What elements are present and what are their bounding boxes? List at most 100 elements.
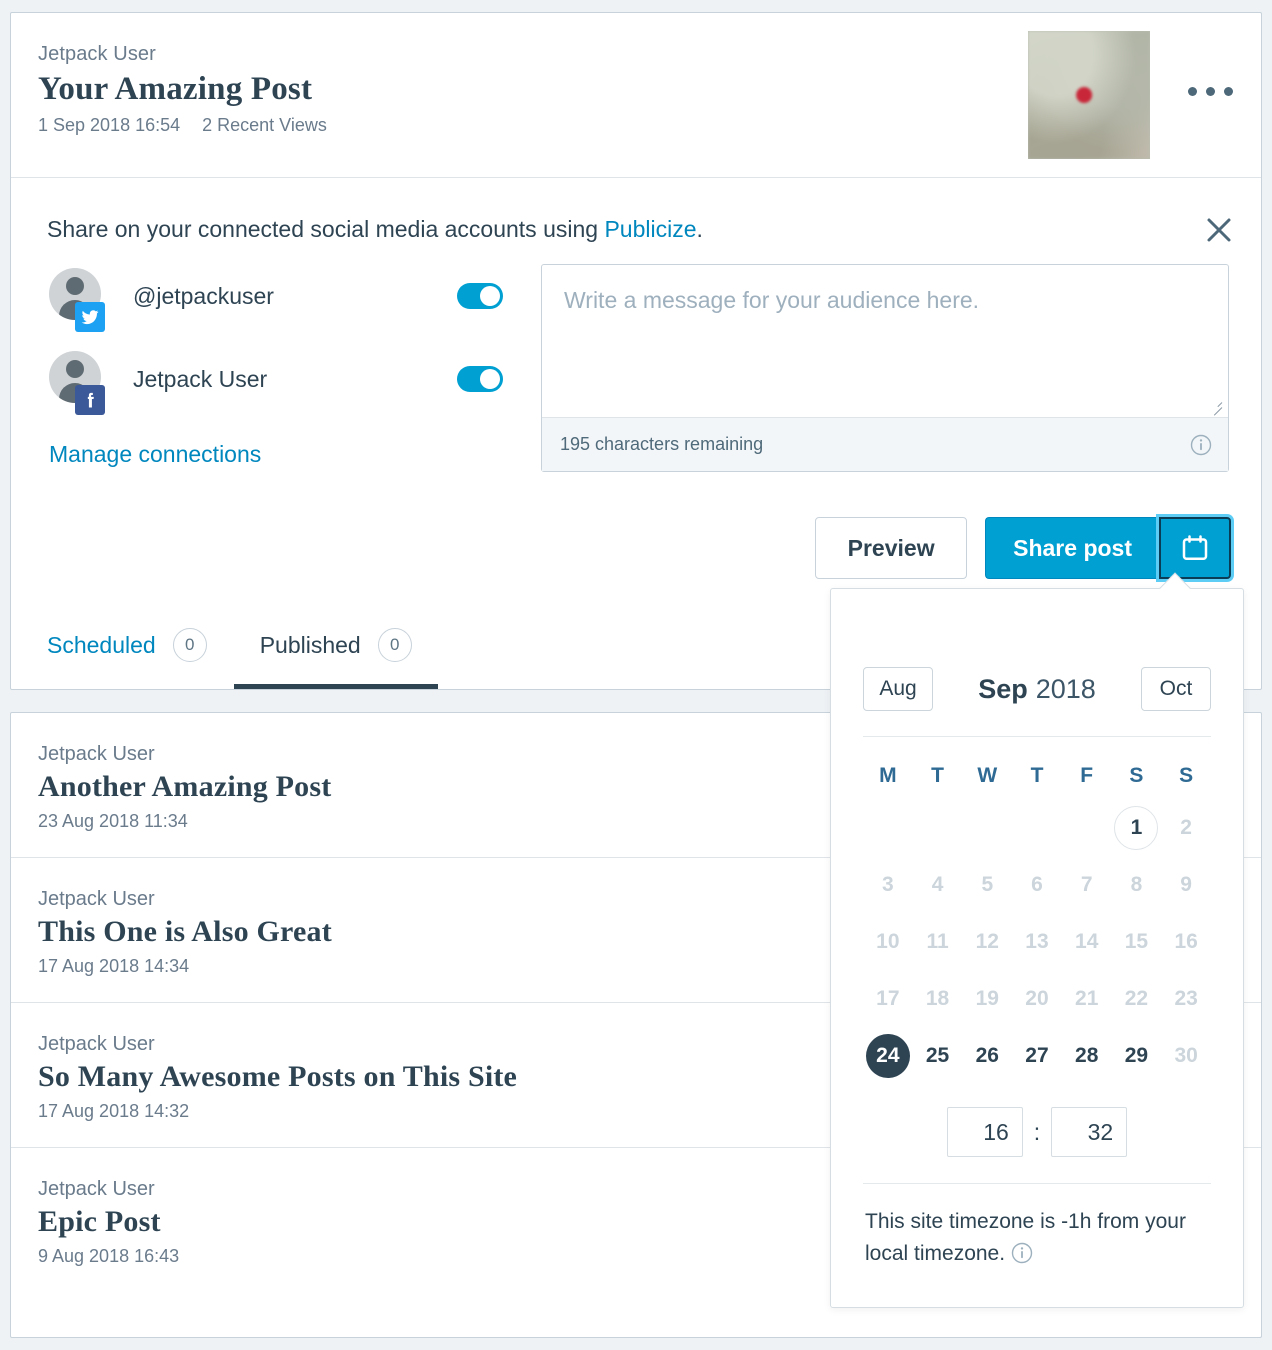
calendar-day[interactable]: 26 — [962, 1031, 1012, 1081]
calendar-month: Sep — [978, 673, 1028, 704]
next-month-button[interactable]: Oct — [1140, 667, 1211, 711]
calendar-day-label: 19 — [975, 987, 999, 1010]
calendar-day: 17 — [863, 974, 913, 1024]
calendar-day[interactable]: 25 — [913, 1031, 963, 1081]
calendar-day-label: 29 — [1124, 1044, 1149, 1067]
calendar-week-row: 10 11 12 13 14 15 16 — [863, 917, 1211, 967]
calendar-day: 21 — [1062, 974, 1112, 1024]
message-footer: 195 characters remaining — [542, 417, 1228, 471]
tab-count-badge: 0 — [377, 628, 412, 662]
connection-toggle-facebook[interactable] — [457, 366, 503, 392]
ellipsis-dot — [1224, 87, 1233, 96]
weekday-label: T — [1030, 764, 1044, 787]
share-text-before: Share on your connected social media acc… — [47, 216, 605, 242]
calendar-header: Aug Sep 2018 Oct — [863, 667, 1211, 737]
calendar-day-label: 12 — [975, 930, 999, 953]
calendar-day-empty — [1062, 803, 1112, 853]
ellipsis-dot — [1206, 87, 1215, 96]
manage-connections-link[interactable]: Manage connections — [49, 440, 261, 468]
ellipsis-icon[interactable] — [1188, 87, 1233, 96]
share-instructions: Share on your connected social media acc… — [47, 178, 1231, 244]
calendar-day[interactable]: 27 — [1012, 1031, 1062, 1081]
calendar-day: 10 — [863, 917, 913, 967]
character-counter: 195 characters remaining — [560, 434, 764, 454]
post-header: Jetpack User Your Amazing Post 1 Sep 201… — [11, 13, 1261, 178]
share-post-button[interactable]: Share post — [985, 517, 1159, 579]
calendar-day-label: 2 — [1180, 816, 1192, 839]
connection-name: Jetpack User — [133, 366, 268, 392]
calendar-day-label: 17 — [876, 987, 900, 1010]
calendar-day-label: 18 — [925, 987, 950, 1010]
calendar-day-label: 20 — [1025, 987, 1049, 1010]
ellipsis-dot — [1188, 87, 1197, 96]
calendar-day[interactable]: 28 — [1062, 1031, 1112, 1081]
calendar-day-label: 28 — [1075, 1044, 1099, 1067]
calendar-year: 2018 — [1035, 673, 1096, 704]
share-button-group: Share post — [985, 517, 1231, 579]
calendar-day[interactable]: 24 — [863, 1031, 913, 1081]
post-date: 1 Sep 2018 16:54 — [38, 115, 181, 135]
hour-input[interactable]: 16 — [946, 1107, 1023, 1157]
calendar-day-label: 16 — [1174, 930, 1198, 953]
calendar-body: Aug Sep 2018 Oct M T W T F S S 1234567891… — [831, 589, 1243, 1270]
calendar-day-label — [1065, 806, 1109, 850]
tab-label: Scheduled — [47, 631, 156, 658]
connection-name: @jetpackuser — [133, 283, 274, 309]
calendar-day-label: 9 — [1180, 873, 1192, 896]
post-thumbnail — [1028, 31, 1150, 159]
tab-count-badge: 0 — [172, 628, 207, 662]
calendar-day: 23 — [1161, 974, 1211, 1024]
weekday-label: S — [1179, 764, 1194, 787]
calendar-icon[interactable] — [1159, 517, 1231, 579]
publicize-grid: @jetpackuser Jetpack User Manage connect… — [47, 264, 1231, 472]
calendar-day-label: 21 — [1075, 987, 1099, 1010]
weekday-header: M T W T F S S — [863, 761, 1211, 791]
publicize-link[interactable]: Publicize — [604, 216, 696, 242]
info-icon[interactable] — [1190, 434, 1212, 456]
weekday-label: S — [1129, 764, 1144, 787]
calendar-day: 2 — [1161, 803, 1211, 853]
calendar-day: 19 — [962, 974, 1012, 1024]
calendar-title: Sep 2018 — [978, 674, 1096, 705]
calendar-day-empty — [962, 803, 1012, 853]
publicize-section: Share on your connected social media acc… — [11, 178, 1261, 472]
message-box: Write a message for your audience here. … — [541, 264, 1229, 472]
twitter-icon — [75, 302, 105, 332]
message-input[interactable]: Write a message for your audience here. — [542, 265, 1228, 417]
calendar-day[interactable]: 29 — [1112, 1031, 1162, 1081]
info-icon[interactable] — [1011, 1242, 1033, 1264]
weekday-label: W — [977, 764, 998, 787]
weekday-label: F — [1080, 764, 1094, 787]
calendar-day: 30 — [1161, 1031, 1211, 1081]
calendar-day: 18 — [913, 974, 963, 1024]
calendar-day-label: 4 — [931, 873, 944, 896]
preview-button[interactable]: Preview — [815, 517, 968, 579]
calendar-day-label: 10 — [876, 930, 900, 953]
calendar-day-empty — [913, 803, 963, 853]
calendar-day-label: 15 — [1124, 930, 1149, 953]
calendar-day: 11 — [913, 917, 963, 967]
tab-scheduled[interactable]: Scheduled 0 — [47, 601, 233, 689]
calendar-day-label: 3 — [882, 873, 894, 896]
thumbnail-image — [1028, 31, 1150, 159]
calendar-week-row: 3 4 5 6 7 8 9 — [863, 860, 1211, 910]
minute-input[interactable]: 32 — [1051, 1107, 1128, 1157]
connection-toggle-twitter[interactable] — [457, 283, 503, 309]
resize-handle[interactable] — [1209, 397, 1223, 416]
time-picker: 16 : 32 — [863, 1107, 1211, 1157]
calendar-day[interactable]: 1 — [1112, 803, 1162, 853]
avatar — [49, 268, 105, 332]
calendar-day-label: 5 — [981, 873, 994, 896]
tab-published[interactable]: Published 0 — [233, 601, 438, 689]
calendar-day: 5 — [962, 860, 1012, 910]
calendar-day-label: 22 — [1124, 987, 1149, 1010]
calendar-day: 14 — [1062, 917, 1112, 967]
close-icon[interactable] — [1201, 212, 1237, 248]
calendar-day-label: 13 — [1025, 930, 1049, 953]
calendar-day: 20 — [1012, 974, 1062, 1024]
calendar-day-label — [866, 806, 910, 850]
connection-row-facebook: Jetpack User — [49, 347, 541, 415]
calendar-day-label: 6 — [1031, 873, 1043, 896]
share-text-after: . — [696, 216, 703, 242]
prev-month-button[interactable]: Aug — [863, 667, 933, 711]
